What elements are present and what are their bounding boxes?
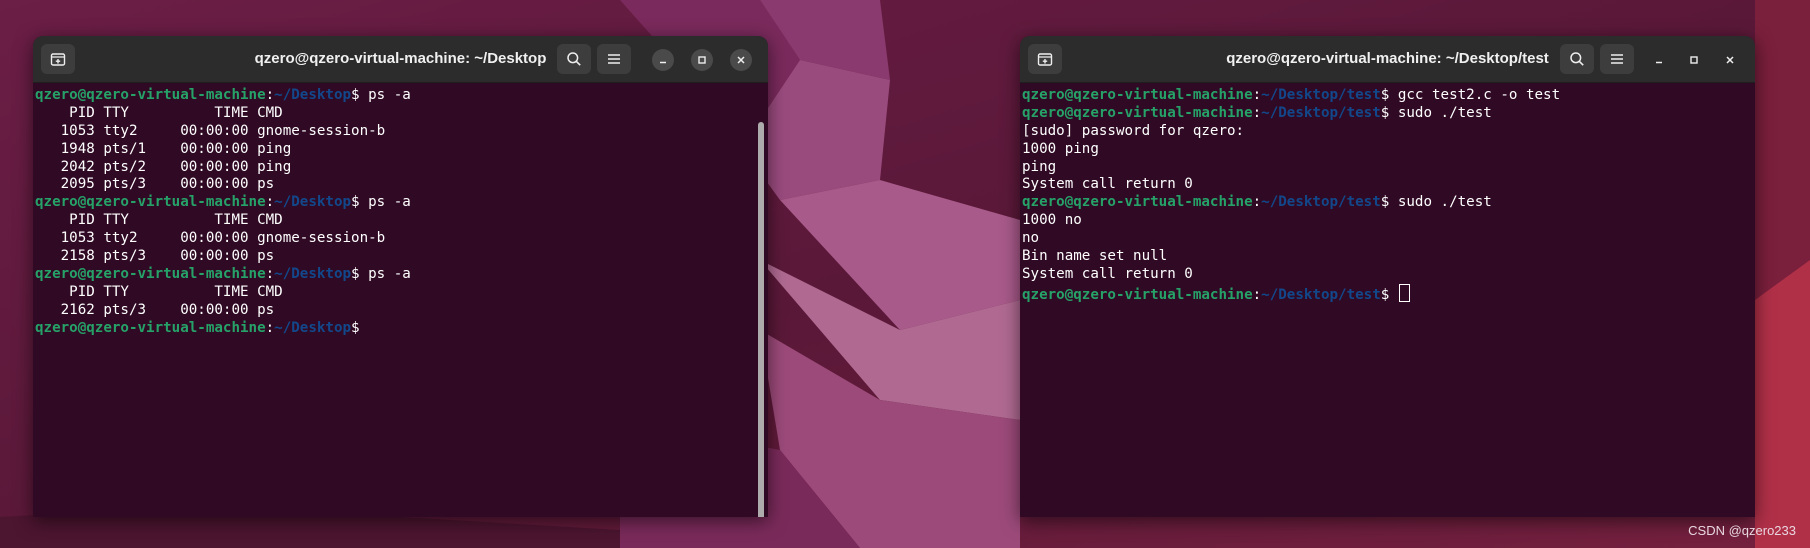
prompt-colon: :: [1252, 194, 1262, 211]
prompt-path: ~/Desktop/test: [1261, 104, 1381, 121]
new-tab-button[interactable]: [1028, 44, 1062, 74]
prompt-line: qzero@qzero-virtual-machine:~/Desktop$ p…: [35, 266, 766, 284]
prompt-user-host: qzero@qzero-virtual-machine: [35, 319, 266, 336]
titlebar[interactable]: qzero@qzero-virtual-machine: ~/Desktop: [33, 36, 768, 83]
close-button[interactable]: [730, 49, 752, 71]
prompt-colon: :: [265, 194, 275, 211]
output-line: 2162 pts/3 00:00:00 ps: [35, 301, 275, 318]
prompt-line: qzero@qzero-virtual-machine:~/Desktop$: [35, 320, 766, 338]
terminal-output[interactable]: qzero@qzero-virtual-machine:~/Desktop/te…: [1020, 83, 1755, 517]
minimize-button[interactable]: [652, 49, 674, 71]
terminal-output[interactable]: qzero@qzero-virtual-machine:~/Desktop$ p…: [33, 83, 768, 517]
command-text: $ sudo ./test: [1380, 194, 1492, 211]
prompt-user-host: qzero@qzero-virtual-machine: [1022, 194, 1253, 211]
output-line: [sudo] password for qzero:: [1022, 122, 1245, 139]
prompt-colon: :: [1252, 104, 1262, 121]
command-text: $ ps -a: [351, 87, 411, 103]
command-text: $ sudo ./test: [1380, 104, 1492, 121]
command-text: $: [351, 319, 360, 336]
maximize-button[interactable]: [1683, 49, 1705, 71]
prompt-user-host: qzero@qzero-virtual-machine: [1022, 87, 1253, 103]
prompt-path: ~/Desktop/test: [1261, 87, 1381, 103]
prompt-user-host: qzero@qzero-virtual-machine: [1022, 104, 1253, 121]
terminal-window-desktop[interactable]: qzero@qzero-virtual-machine: ~/Desktop q…: [33, 36, 768, 517]
window-title: qzero@qzero-virtual-machine: ~/Desktop/t…: [1226, 50, 1549, 67]
prompt-line: qzero@qzero-virtual-machine:~/Desktop$ p…: [35, 87, 766, 105]
output-line: 2158 pts/3 00:00:00 ps: [35, 248, 275, 265]
command-text: $ ps -a: [351, 265, 411, 282]
close-icon: [737, 56, 745, 64]
prompt-colon: :: [1252, 87, 1262, 103]
new-tab-button[interactable]: [41, 44, 75, 74]
prompt-path: ~/Desktop/test: [1261, 194, 1381, 211]
new-tab-icon: [50, 53, 66, 66]
output-line: 1948 pts/1 00:00:00 ping: [35, 140, 292, 157]
prompt-path: ~/Desktop: [274, 319, 352, 336]
prompt-line: qzero@qzero-virtual-machine:~/Desktop/te…: [1022, 87, 1753, 105]
minimize-button[interactable]: [1648, 49, 1670, 71]
search-button[interactable]: [557, 44, 591, 74]
output-line: ping: [1022, 158, 1057, 175]
prompt-line: qzero@qzero-virtual-machine:~/Desktop/te…: [1022, 105, 1753, 123]
titlebar[interactable]: qzero@qzero-virtual-machine: ~/Desktop/t…: [1020, 36, 1755, 83]
command-text: $ gcc test2.c -o test: [1380, 87, 1561, 103]
output-line: 2042 pts/2 00:00:00 ping: [35, 158, 292, 175]
prompt-user-host: qzero@qzero-virtual-machine: [1022, 286, 1253, 303]
maximize-icon: [1690, 56, 1698, 64]
output-line: 1053 tty2 00:00:00 gnome-session-b: [35, 230, 386, 247]
terminal-window-test[interactable]: qzero@qzero-virtual-machine: ~/Desktop/t…: [1020, 36, 1755, 517]
output-line: 2095 pts/3 00:00:00 ps: [35, 176, 275, 193]
maximize-icon: [698, 56, 706, 64]
command-text: $: [1380, 286, 1398, 303]
minimize-icon: [660, 61, 666, 64]
prompt-colon: :: [265, 265, 275, 282]
command-text: $ ps -a: [351, 194, 411, 211]
minimize-icon: [1656, 61, 1662, 64]
output-line: PID TTY TIME CMD: [35, 212, 283, 229]
prompt-path: ~/Desktop: [274, 194, 352, 211]
hamburger-menu-icon: [1611, 54, 1623, 64]
output-line: System call return 0: [1022, 265, 1193, 282]
prompt-colon: :: [265, 87, 275, 103]
output-line: 1000 ping: [1022, 140, 1099, 157]
prompt-path: ~/Desktop/test: [1261, 286, 1381, 303]
maximize-button[interactable]: [691, 49, 713, 71]
close-icon: [1726, 56, 1734, 64]
prompt-user-host: qzero@qzero-virtual-machine: [35, 265, 266, 282]
output-line: System call return 0: [1022, 176, 1193, 193]
menu-button[interactable]: [1600, 44, 1634, 74]
output-line: PID TTY TIME CMD: [35, 104, 283, 121]
prompt-user-host: qzero@qzero-virtual-machine: [35, 194, 266, 211]
output-line: Bin name set null: [1022, 248, 1168, 265]
output-line: PID TTY TIME CMD: [35, 283, 283, 300]
search-button[interactable]: [1560, 44, 1594, 74]
search-icon: [567, 52, 581, 66]
prompt-line: qzero@qzero-virtual-machine:~/Desktop/te…: [1022, 283, 1753, 303]
output-line: no: [1022, 230, 1040, 247]
menu-button[interactable]: [597, 44, 631, 74]
prompt-user-host: qzero@qzero-virtual-machine: [35, 87, 266, 103]
prompt-path: ~/Desktop: [274, 265, 352, 282]
prompt-colon: :: [265, 319, 275, 336]
output-line: 1053 tty2 00:00:00 gnome-session-b: [35, 122, 386, 139]
new-tab-icon: [1037, 53, 1053, 66]
prompt-colon: :: [1252, 286, 1262, 303]
hamburger-menu-icon: [608, 54, 620, 64]
close-button[interactable]: [1719, 49, 1741, 71]
prompt-line: qzero@qzero-virtual-machine:~/Desktop$ p…: [35, 194, 766, 212]
output-line: 1000 no: [1022, 212, 1082, 229]
scrollbar[interactable]: [758, 122, 764, 517]
prompt-path: ~/Desktop: [274, 87, 352, 103]
watermark: CSDN @qzero233: [1688, 523, 1796, 538]
text-cursor: [1398, 283, 1410, 302]
search-icon: [1570, 52, 1584, 66]
prompt-line: qzero@qzero-virtual-machine:~/Desktop/te…: [1022, 194, 1753, 212]
